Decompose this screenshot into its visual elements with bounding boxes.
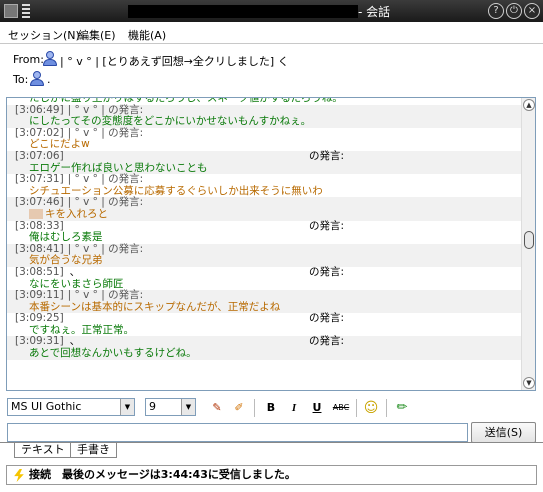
message-body: キを入れろと xyxy=(45,207,108,220)
sender-name: | ° v ° | の発言: xyxy=(67,242,144,255)
sender-name: | ° v ° | の発言: xyxy=(67,173,144,186)
chat-history[interactable]: たしかに盛り上がりはするだろうし、スネーク値がするだろうね。 [3:06:49] |… xyxy=(6,97,536,391)
said-label: の発言: xyxy=(309,219,345,232)
chevron-down-icon[interactable]: ▼ xyxy=(181,399,195,415)
message-body: あとで回想なんかいもするけどね。 xyxy=(29,347,197,360)
message-timestamp: [3:08:41] xyxy=(15,242,64,255)
message-body: にしたってその変態度をどこかにいかせないもんすかねぇ。 xyxy=(29,115,312,128)
message-body: ですねぇ。正常正常。 xyxy=(29,323,134,336)
message-body: シチュエーション公募に応募するぐらいしか出来そうに無いわ xyxy=(29,184,323,197)
strikethrough-button[interactable]: ABC xyxy=(330,399,352,417)
message-text: キを入れろと xyxy=(7,207,521,221)
message-body: エロゲー作れば良いと思わないことも xyxy=(29,161,208,174)
app-icon[interactable] xyxy=(4,4,18,18)
message-body: たしかに盛り上がりはするだろうし、スネーク値がするだろうね。 xyxy=(29,97,343,104)
font-select[interactable]: MS UI Gothic ▼ xyxy=(7,398,135,416)
tab-handwriting[interactable]: 手書き xyxy=(70,443,117,458)
lightning-icon xyxy=(14,469,24,482)
status-text: 接続 最後のメッセージは3:44:43に受信しました。 xyxy=(29,468,296,481)
sender-name: | ° v ° | の発言: xyxy=(67,126,144,139)
message-timestamp: [3:09:31] xyxy=(15,335,64,348)
message-timestamp: [3:07:31] xyxy=(15,173,64,186)
from-label: From: xyxy=(13,53,44,66)
close-icon[interactable]: × xyxy=(524,3,540,19)
sender-name: 、 xyxy=(69,265,81,278)
pen-icon[interactable]: ✏ xyxy=(393,399,411,417)
underline-button[interactable]: U xyxy=(308,399,326,417)
menu-session[interactable]: セッション(N) xyxy=(8,27,80,43)
message-body: 本番シーンは基本的にスキップなんだが、正常だよね xyxy=(29,300,281,313)
font-select-value: MS UI Gothic xyxy=(11,400,82,413)
said-label: の発言: xyxy=(309,312,345,325)
message-timestamp: [3:09:25] xyxy=(15,312,64,325)
format-toolbar: MS UI Gothic ▼ 9 ▼ ✎ ✐ B I U ABC ☺ ✏ xyxy=(0,396,543,420)
message-timestamp: [3:09:11] xyxy=(15,289,64,302)
menu-edit[interactable]: 編集(E) xyxy=(78,27,116,43)
tab-text[interactable]: テキスト xyxy=(14,443,72,458)
message-input[interactable] xyxy=(7,423,468,442)
grip-icon xyxy=(22,4,30,18)
message-timestamp: [3:07:02] xyxy=(15,126,64,139)
message-body: どこにだよw xyxy=(29,138,90,151)
message-body: 気が合うな兄弟 xyxy=(29,254,103,267)
minimize-icon[interactable]: ⏻ xyxy=(506,3,522,19)
message-timestamp: [3:07:06] xyxy=(15,149,64,162)
message-text: 気が合うな兄弟 xyxy=(7,255,521,267)
toolbar-divider xyxy=(356,399,357,417)
italic-button[interactable]: I xyxy=(285,399,303,417)
said-label: の発言: xyxy=(309,265,345,278)
send-button[interactable]: 送信(S) xyxy=(471,422,536,443)
to-label: To: xyxy=(13,73,29,86)
title-redaction xyxy=(128,5,358,18)
background-color-icon[interactable]: ✐ xyxy=(230,399,248,417)
message-body: なにをいまさら師匠 xyxy=(29,277,124,290)
text-color-icon[interactable]: ✎ xyxy=(208,399,226,417)
conversation-header: From: | ° v ° | [とりあえず回想→全クリしました] く To: … xyxy=(0,45,543,97)
size-select-value: 9 xyxy=(149,400,156,413)
input-mode-tabs: テキスト 手書き xyxy=(0,442,543,458)
toolbar-divider xyxy=(254,399,255,417)
bold-button[interactable]: B xyxy=(262,399,280,417)
scroll-up-icon[interactable]: ▲ xyxy=(523,99,535,111)
menu-bar: セッション(N) 編集(E) 機能(A) xyxy=(0,22,543,44)
chat-lines: たしかに盛り上がりはするだろうし、スネーク値がするだろうね。 [3:06:49] |… xyxy=(7,97,521,360)
message-text: 俺はむしろ素是 xyxy=(7,231,521,244)
help-icon[interactable]: ? xyxy=(488,3,504,19)
scroll-down-icon[interactable]: ▼ xyxy=(523,377,535,389)
to-value: . xyxy=(47,73,51,86)
message-text: どこにだよw xyxy=(7,139,521,151)
size-select[interactable]: 9 ▼ xyxy=(145,398,196,416)
said-label: の発言: xyxy=(309,149,345,162)
from-value: | ° v ° | [とりあえず回想→全クリしました] く xyxy=(60,55,289,68)
sender-name: | ° v ° | の発言: xyxy=(67,103,144,116)
chevron-down-icon[interactable]: ▼ xyxy=(120,399,134,415)
message-timestamp: [3:08:51] xyxy=(15,265,64,278)
window-title: - 会話 xyxy=(358,5,391,19)
message-body: 俺はむしろ素是 xyxy=(29,231,103,244)
message-timestamp: [3:08:33] xyxy=(15,219,64,232)
message-timestamp: [3:07:46] xyxy=(15,196,64,209)
redacted-text xyxy=(29,208,43,219)
message-timestamp: [3:06:49] xyxy=(15,103,64,116)
emoticon-icon[interactable]: ☺ xyxy=(362,399,380,417)
said-label: の発言: xyxy=(309,335,345,348)
person-icon xyxy=(30,71,44,87)
sender-name: | ° v ° | の発言: xyxy=(67,289,144,302)
person-icon xyxy=(43,51,57,67)
scrollbar[interactable]: ▲ ▼ xyxy=(521,98,535,390)
message-text: あとで回想なんかいもするけどね。 xyxy=(7,347,521,360)
title-bar[interactable]: - 会話 ? ⏻ × xyxy=(0,0,543,22)
sender-name: 、 xyxy=(69,335,81,348)
menu-function[interactable]: 機能(A) xyxy=(128,27,166,43)
message-text: 本番シーンは基本的にスキップなんだが、正常だよね xyxy=(7,300,521,314)
sender-name: | ° v ° | の発言: xyxy=(67,196,144,209)
status-bar: 接続 最後のメッセージは3:44:43に受信しました。 xyxy=(6,465,537,485)
scroll-thumb[interactable] xyxy=(524,231,534,249)
toolbar-divider xyxy=(386,399,387,417)
message-text: ですねぇ。正常正常。 xyxy=(7,323,521,337)
